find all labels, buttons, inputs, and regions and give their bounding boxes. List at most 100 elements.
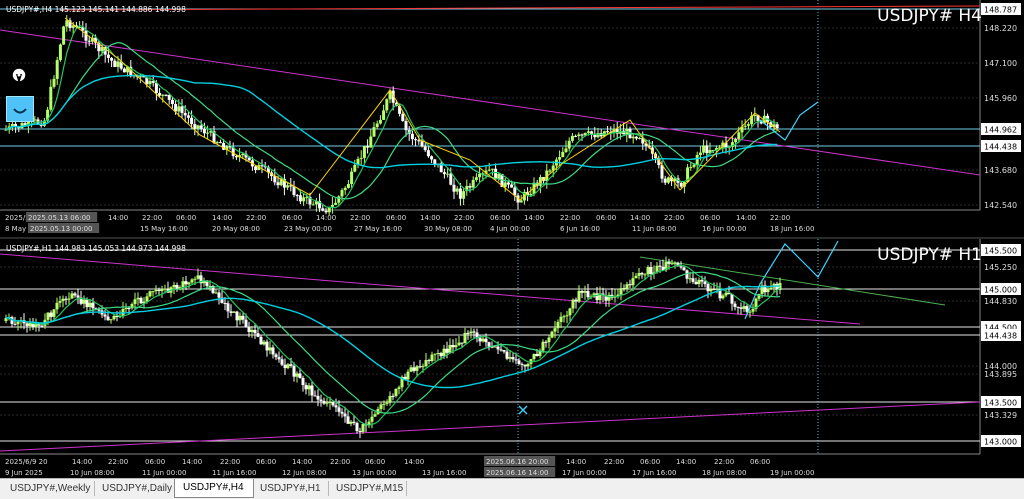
candle-body (85, 299, 89, 308)
candle-body (353, 164, 357, 172)
candle-body (328, 402, 332, 404)
candle-body (322, 400, 326, 404)
chart-pane-h4[interactable]: 148.787 148.220 147.100 145.960 144.962 144.4… (0, 0, 1024, 237)
candle-body (223, 302, 227, 304)
smile-icon (13, 108, 27, 114)
candle-body (244, 319, 248, 327)
candle-body (199, 125, 203, 129)
candle-body (631, 278, 635, 286)
candle-body (112, 315, 116, 320)
candle-body (170, 99, 174, 104)
candle-body (298, 195, 302, 202)
candle-body (283, 364, 287, 369)
candle-body (259, 336, 263, 345)
time-label: 06:00 (750, 458, 770, 466)
candle-body (177, 106, 181, 112)
candle-body (343, 413, 347, 417)
chart-tab-m15[interactable]: USDJPY#,M15 (328, 481, 407, 496)
cross-marker-icon (518, 405, 528, 415)
candle-body (457, 342, 461, 346)
candle-body (517, 360, 521, 364)
candle-body (634, 136, 638, 139)
chart-tab-h1[interactable]: USDJPY#,H1 (252, 481, 329, 496)
candle-body (70, 293, 74, 299)
chart-tab-h4[interactable]: USDJPY#,H4 (174, 479, 254, 498)
candle-body (463, 332, 467, 344)
chart-tab-weekly[interactable]: USDJPY#,Weekly (2, 481, 95, 496)
candle-body (370, 416, 374, 422)
candle-body (334, 405, 338, 408)
time-label: 14:00 (566, 458, 586, 466)
candle-body (164, 94, 168, 96)
candle-body (334, 202, 338, 205)
candle-body (700, 279, 704, 282)
trade-panel-button[interactable] (6, 96, 34, 122)
candle-body (499, 349, 503, 351)
candle-body (106, 316, 110, 321)
candle-body (379, 404, 383, 409)
h1-chart-canvas[interactable]: 145.500145.250145.000144.830144.500144.4… (0, 239, 1024, 478)
candle-body (52, 78, 56, 87)
candle-body (547, 337, 551, 343)
candle-body (187, 282, 191, 285)
candle-body (426, 150, 430, 157)
candle-body (484, 338, 488, 343)
candle-body (496, 346, 500, 350)
time-label: 06:00 (145, 458, 165, 466)
pen-tool-icon[interactable] (10, 66, 28, 88)
candle-body (148, 81, 152, 85)
candle-body (631, 136, 635, 139)
candle-body (139, 297, 143, 304)
candle-body (565, 315, 569, 317)
candle-body (472, 331, 476, 333)
candle-body (697, 279, 701, 285)
time-label: 14:00 (72, 458, 92, 466)
candle-body (746, 124, 750, 126)
candle-body (256, 333, 260, 337)
candle-body (183, 112, 187, 116)
price-label: 148.220 (984, 24, 1017, 33)
chart-pane-h1[interactable]: 145.500 145.250 145.000 144.830 144.500 144.4… (0, 239, 1024, 478)
candle-body (295, 195, 299, 197)
h4-chart-canvas[interactable]: 148.787 148.220 147.100 145.960 144.962 144.4… (0, 0, 1024, 237)
projection-line (744, 240, 839, 320)
candle-body (694, 281, 698, 285)
time-label: 22:00 (108, 458, 128, 466)
candle-body (442, 348, 446, 357)
candle-body (646, 267, 650, 275)
candle-body (250, 329, 254, 333)
candle-body (481, 338, 485, 342)
candle-body (564, 148, 568, 152)
candle-body (196, 125, 200, 129)
candle-body (433, 353, 437, 355)
candle-body (571, 299, 575, 309)
candle-body (49, 86, 53, 110)
time-label: 19 Jun 00:00 (770, 469, 814, 477)
candle-body (743, 125, 747, 127)
candle-body (640, 273, 644, 275)
candle-body (349, 421, 353, 424)
candle-body (235, 311, 239, 321)
candle-body (313, 395, 317, 397)
candle-body (688, 278, 692, 280)
candle-body (385, 99, 389, 111)
candle-body (190, 279, 194, 283)
candle-body (67, 298, 71, 300)
candle-body (580, 290, 584, 293)
candle-body (577, 290, 581, 302)
candle-body (412, 367, 416, 371)
candle-body (375, 123, 379, 128)
candle-body (424, 360, 428, 367)
candle-body (736, 306, 740, 308)
candle-body (286, 185, 290, 188)
candle-body (103, 314, 107, 317)
candle-body (520, 363, 524, 365)
price-label: 142.540 (984, 201, 1017, 210)
candle-body (301, 378, 305, 386)
candle-body (25, 323, 29, 327)
candle-body (160, 289, 164, 291)
chart-tab-daily[interactable]: USDJPY#,Daily (94, 481, 175, 496)
candle-body (321, 208, 325, 211)
price-label: 148.787 (984, 6, 1017, 15)
candle-body (679, 266, 683, 268)
